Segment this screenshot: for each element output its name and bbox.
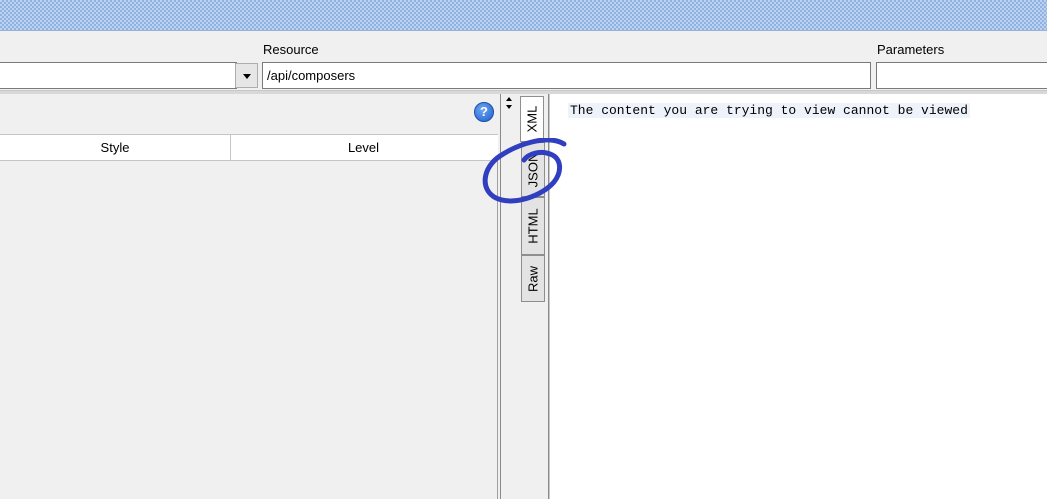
- resource-input-value: /api/composers: [267, 68, 356, 83]
- hand-drawn-circle-icon: [482, 138, 567, 204]
- tab-html-label: HTML: [525, 208, 541, 244]
- grid-header: Style Level: [0, 134, 498, 161]
- window-title-bar: [0, 0, 1047, 30]
- tab-xml-label: XML: [524, 105, 540, 133]
- parameters-label: Parameters: [877, 42, 945, 57]
- column-header-style[interactable]: Style: [0, 135, 231, 160]
- help-icon[interactable]: ?: [474, 102, 494, 122]
- resource-input[interactable]: /api/composers: [262, 62, 871, 89]
- resource-label: Resource: [263, 42, 319, 57]
- tab-raw[interactable]: Raw: [521, 255, 545, 302]
- method-select[interactable]: [0, 62, 237, 89]
- collapse-down-icon[interactable]: [506, 105, 512, 109]
- tab-xml[interactable]: XML: [520, 96, 544, 142]
- parameters-input[interactable]: [876, 62, 1047, 89]
- chevron-down-icon[interactable]: [235, 63, 258, 88]
- column-header-level[interactable]: Level: [231, 135, 496, 160]
- tab-raw-label: Raw: [525, 265, 541, 292]
- grid-body: [0, 161, 498, 499]
- response-content-pane: The content you are trying to view canno…: [549, 94, 1047, 499]
- content-message: The content you are trying to view canno…: [568, 103, 970, 118]
- collapse-up-icon[interactable]: [506, 97, 512, 101]
